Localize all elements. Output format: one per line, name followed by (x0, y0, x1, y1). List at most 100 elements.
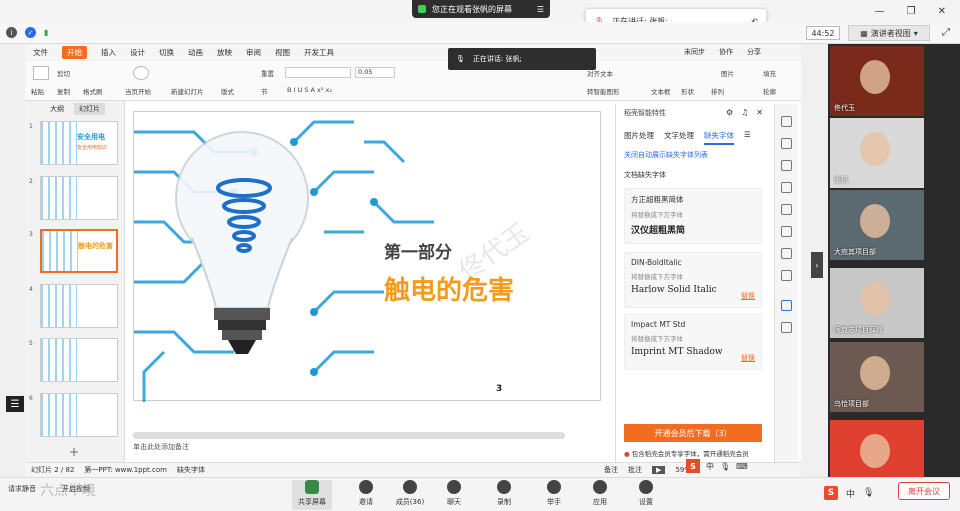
collab-button[interactable]: 协作 (719, 47, 733, 57)
ime-mode[interactable]: 中 (846, 487, 855, 500)
video-tile[interactable]: 乌恰项目部 (830, 342, 924, 412)
font-icon[interactable] (781, 248, 792, 259)
shape-icon[interactable] (781, 160, 792, 171)
list-icon[interactable]: ☰ (6, 396, 24, 412)
fill-button[interactable]: 填充 (763, 68, 776, 78)
menu-4[interactable]: 切换 (159, 47, 174, 58)
slide-thumbnail[interactable] (40, 393, 118, 437)
leave-meeting-button[interactable]: 离开会议 (898, 482, 950, 500)
sliders-icon[interactable] (781, 138, 792, 149)
star-icon[interactable] (781, 182, 792, 193)
notes-placeholder[interactable]: 单击此处添加备注 (133, 442, 189, 452)
horizontal-scrollbar[interactable] (133, 432, 565, 439)
video-tile[interactable]: 张帆 (830, 118, 924, 188)
control-button-2[interactable]: 成员(36) (390, 480, 430, 507)
control-button-5[interactable]: 举手 (534, 480, 574, 507)
menu-3[interactable]: 设计 (130, 47, 145, 58)
tab-outline[interactable]: 大纲 (50, 104, 64, 114)
paste-button[interactable]: 粘贴 (31, 86, 44, 96)
menu-7[interactable]: 审阅 (246, 47, 261, 58)
control-button-0[interactable]: 共享屏幕 (292, 480, 332, 510)
mic-icon[interactable]: 🎙 (863, 488, 874, 498)
menu-icon[interactable]: ☰ (537, 5, 544, 14)
format-painter-button[interactable]: 格式刷 (83, 86, 103, 96)
sogou-icon[interactable]: S (686, 459, 700, 473)
layout-button[interactable]: 版式 (221, 86, 234, 96)
location-icon[interactable] (781, 300, 792, 311)
control-button-7[interactable]: 设置 (626, 480, 666, 507)
arrange-button[interactable]: 排列 (711, 86, 724, 96)
add-slide-icon[interactable]: + (69, 445, 79, 459)
menu-5[interactable]: 动画 (188, 47, 203, 58)
close-icon[interactable]: ✕ (938, 6, 946, 17)
slide-thumbnail[interactable] (40, 338, 118, 382)
keyboard-icon[interactable]: ⌨ (736, 462, 748, 471)
play-icon[interactable]: ▶ (652, 466, 666, 474)
disable-auto-list-link[interactable]: 关闭自动展示缺失字体列表 (624, 150, 708, 160)
outline-button[interactable]: 轮廓 (763, 86, 776, 96)
tab-slides[interactable]: 幻灯片 (74, 103, 105, 115)
menu-icon[interactable]: ☰ (744, 130, 751, 145)
section-button[interactable]: 节 (261, 86, 268, 96)
image-icon[interactable] (781, 204, 792, 215)
view-mode-button[interactable]: ▦ 演讲者视图 ▾ (848, 25, 930, 41)
sync-status[interactable]: 未同步 (684, 47, 705, 57)
replace-link[interactable]: 替换 (741, 291, 755, 301)
slide-thumbnail[interactable]: 安全用电 安全用电知识 (40, 121, 118, 165)
collapse-arrow-icon[interactable]: › (811, 252, 823, 278)
mute-request-button[interactable]: 请求静音 (8, 484, 36, 494)
text-format-icons[interactable]: B I U S A x² x₂ (287, 86, 332, 94)
restore-icon[interactable]: ❐ (907, 6, 916, 17)
slide-thumbnail[interactable] (40, 284, 118, 328)
slide-thumbnail[interactable]: 触电的危害 (40, 229, 118, 273)
bell-icon[interactable]: ♫ (741, 108, 748, 117)
menu-0[interactable]: 文件 (33, 47, 48, 58)
ime-mode[interactable]: 中 (706, 461, 714, 472)
font-size-input[interactable]: 0.05 (355, 67, 395, 78)
menu-9[interactable]: 开发工具 (304, 47, 334, 58)
share-notice[interactable]: 您正在观看张帆的屏幕 ☰ (412, 0, 550, 18)
menu-2[interactable]: 插入 (101, 47, 116, 58)
menu-6[interactable]: 放映 (217, 47, 232, 58)
slide-canvas[interactable]: 佟代玉 第一部分 触电的危害 3 (133, 111, 601, 402)
tab-missing-fonts[interactable]: 缺失字体 (704, 130, 734, 145)
control-button-3[interactable]: 聊天 (434, 480, 474, 507)
paste-icon[interactable] (33, 66, 49, 80)
menu-8[interactable]: 视图 (275, 47, 290, 58)
sogou-icon[interactable]: S (824, 486, 838, 500)
fullscreen-icon[interactable]: ⤢ (942, 27, 950, 38)
picture-button[interactable]: 图片 (721, 68, 734, 78)
video-tile[interactable]: 大宛其项目部 (830, 190, 924, 260)
smartart-button[interactable]: 转智能图形 (587, 86, 620, 96)
close-icon[interactable]: ✕ (756, 108, 763, 117)
new-slide-button[interactable]: 新建幻灯片 (171, 86, 204, 96)
slide-thumbnail[interactable] (40, 176, 118, 220)
tab-image-processing[interactable]: 图片处理 (624, 130, 654, 145)
font-name-input[interactable] (285, 67, 351, 78)
missing-font-status[interactable]: 缺失字体 (177, 465, 205, 475)
minimize-icon[interactable]: — (875, 6, 885, 17)
copy-button[interactable]: 复制 (57, 86, 70, 96)
comments-toggle[interactable]: 批注 (628, 465, 642, 475)
vip-download-button[interactable]: 开通会员后下载（3） (624, 424, 762, 442)
shield-icon[interactable]: ✓ (25, 27, 36, 38)
chart-icon[interactable] (781, 270, 792, 281)
reset-button[interactable]: 重置 (261, 68, 274, 78)
rocket-icon[interactable] (781, 116, 792, 127)
textbox-button[interactable]: 文本框 (651, 86, 671, 96)
menu-1[interactable]: 开始 (62, 46, 87, 59)
control-button-1[interactable]: 邀请 (346, 480, 386, 507)
help-icon[interactable] (781, 226, 792, 237)
play-icon[interactable] (133, 66, 149, 80)
video-tile[interactable]: 阿克苏项目薛辉 (830, 268, 924, 338)
notes-toggle[interactable]: 备注 (604, 465, 618, 475)
replace-link[interactable]: 替换 (741, 353, 755, 363)
start-here-button[interactable]: 当页开始 (125, 86, 151, 96)
control-button-4[interactable]: 录制 (484, 480, 524, 507)
video-tile[interactable]: 佟代玉 (830, 46, 924, 116)
mic-icon[interactable]: 🎙 (720, 462, 730, 471)
tab-text-processing[interactable]: 文字处理 (664, 130, 694, 145)
control-button-6[interactable]: 应用 (580, 480, 620, 507)
tools-icon[interactable] (781, 322, 792, 333)
cut-button[interactable]: 剪切 (57, 68, 70, 78)
